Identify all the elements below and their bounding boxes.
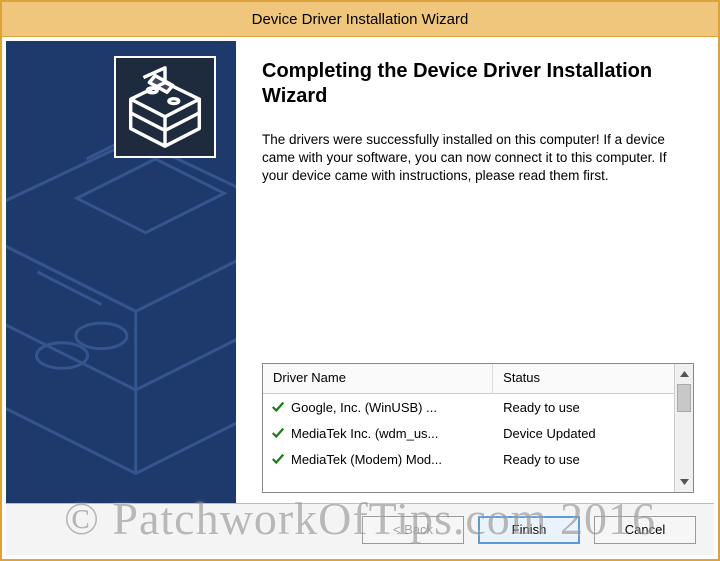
column-header-name[interactable]: Driver Name <box>263 364 493 393</box>
main-panel: Completing the Device Driver Installatio… <box>6 41 714 503</box>
driver-name: Google, Inc. (WinUSB) ... <box>291 400 437 415</box>
window-title: Device Driver Installation Wizard <box>252 11 469 28</box>
check-icon <box>271 452 285 466</box>
cancel-button[interactable]: Cancel <box>594 516 696 544</box>
scroll-down-icon[interactable] <box>675 472 693 492</box>
title-bar[interactable]: Device Driver Installation Wizard <box>2 2 718 37</box>
wizard-side-panel <box>6 41 236 503</box>
driver-list: Driver Name Status Google, Inc. (WinUSB)… <box>262 363 694 493</box>
wizard-icon <box>114 56 216 158</box>
driver-status: Ready to use <box>493 400 674 415</box>
table-row[interactable]: MediaTek Inc. (wdm_us... Device Updated <box>263 420 674 446</box>
drawer-icon <box>116 58 214 156</box>
finish-button[interactable]: Finish <box>478 516 580 544</box>
scroll-up-icon[interactable] <box>675 364 693 384</box>
table-body: Google, Inc. (WinUSB) ... Ready to use M… <box>263 394 674 492</box>
table-row[interactable]: MediaTek (Modem) Mod... Ready to use <box>263 446 674 472</box>
driver-status: Device Updated <box>493 426 674 441</box>
scrollbar[interactable] <box>674 364 693 492</box>
driver-name: MediaTek Inc. (wdm_us... <box>291 426 438 441</box>
page-title: Completing the Device Driver Installatio… <box>262 59 694 109</box>
table-row[interactable]: Google, Inc. (WinUSB) ... Ready to use <box>263 394 674 420</box>
driver-name: MediaTek (Modem) Mod... <box>291 452 442 467</box>
driver-table: Driver Name Status Google, Inc. (WinUSB)… <box>263 364 674 492</box>
check-icon <box>271 400 285 414</box>
page-description: The drivers were successfully installed … <box>262 131 694 186</box>
column-header-status[interactable]: Status <box>493 364 674 393</box>
scroll-thumb[interactable] <box>677 384 691 412</box>
driver-status: Ready to use <box>493 452 674 467</box>
button-bar: < Back Finish Cancel <box>6 503 714 555</box>
back-button: < Back <box>362 516 464 544</box>
scroll-track[interactable] <box>675 384 693 472</box>
wizard-content: Completing the Device Driver Installatio… <box>236 41 714 503</box>
content-area: Completing the Device Driver Installatio… <box>2 37 718 559</box>
window-frame: Device Driver Installation Wizard <box>0 0 720 561</box>
table-header: Driver Name Status <box>263 364 674 394</box>
check-icon <box>271 426 285 440</box>
